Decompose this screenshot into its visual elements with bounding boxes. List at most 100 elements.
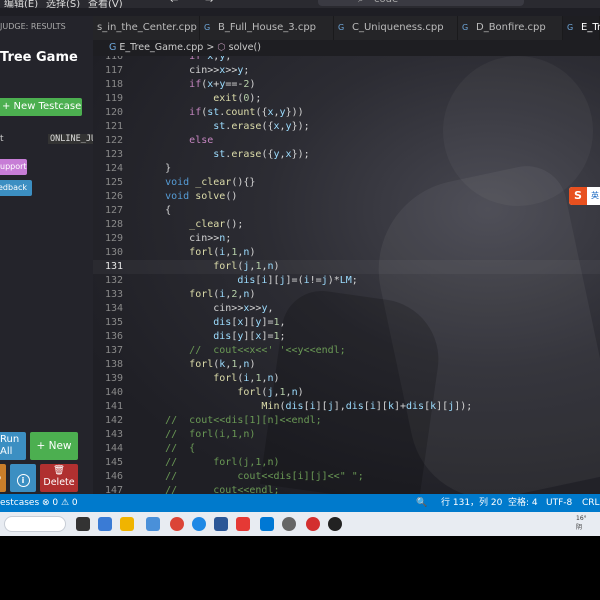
line-ending[interactable]: CRLF	[582, 494, 600, 512]
gear-icon[interactable]	[282, 517, 296, 531]
menu-view[interactable]: 查看(V)	[88, 0, 123, 8]
sogou-logo-icon: S	[569, 187, 587, 205]
code-line[interactable]: 140 forl(j,1,n)	[93, 386, 600, 400]
zoom-icon[interactable]: 🔍	[416, 494, 427, 512]
sidebar-header: JUDGE: RESULTS	[0, 22, 66, 31]
file-encoding[interactable]: UTF-8	[546, 494, 572, 512]
menu-edit[interactable]: 编辑(E)	[4, 0, 38, 8]
info-button[interactable]: i	[10, 464, 36, 492]
code-line[interactable]: 141 Min(dis[i][j],dis[i][k]+dis[k][j]);	[93, 400, 600, 414]
tab-uniqueness[interactable]: G C_Uniqueness.cpp	[334, 16, 458, 40]
app-icon[interactable]	[146, 517, 160, 531]
code-line[interactable]: 123 st.erase({y,x});	[93, 148, 600, 162]
line-number: 138	[104, 359, 123, 370]
code-line[interactable]: 129 cin>>n;	[93, 232, 600, 246]
app-icon[interactable]	[98, 517, 112, 531]
back-arrow-icon[interactable]: ←	[170, 0, 178, 6]
weather-widget[interactable]: 16° 阴	[576, 514, 600, 532]
code-line[interactable]: 137 // cout<<x<<' '<<y<<endl;	[93, 344, 600, 358]
ime-toolbar[interactable]: S 英 · ◗ ☻ ✱	[569, 187, 600, 205]
code-text: // cout<<endl;	[165, 485, 280, 494]
code-line[interactable]: 121 st.erase({x,y});	[93, 120, 600, 134]
feedback-button[interactable]: edback	[0, 180, 32, 196]
breadcrumb-symbol[interactable]: solve()	[229, 42, 261, 53]
chrome-icon[interactable]	[170, 517, 184, 531]
ime-options[interactable]: 英 · ◗ ☻ ✱	[591, 187, 600, 205]
code-text: forl(i,2,n)	[189, 289, 256, 300]
code-line[interactable]: 130 forl(i,1,n)	[93, 246, 600, 260]
code-text: Min(dis[i][j],dis[i][k]+dis[k][j]);	[261, 401, 473, 412]
code-line[interactable]: 133 forl(i,2,n)	[93, 288, 600, 302]
line-number: 124	[104, 163, 123, 174]
code-text: else	[189, 135, 214, 146]
code-line[interactable]: 128 _clear();	[93, 218, 600, 232]
run-all-button[interactable]: Run All	[0, 432, 26, 460]
code-line[interactable]: 119 exit(0);	[93, 92, 600, 106]
code-editor[interactable]: 116 if x,y; 117 cin>>x>>y; 118 if(x+y==-2)…	[93, 56, 600, 494]
support-button[interactable]: upport	[0, 159, 27, 175]
forward-arrow-icon[interactable]: →	[205, 0, 213, 6]
code-line[interactable]: 139 forl(i,1,n)	[93, 372, 600, 386]
line-number: 118	[104, 79, 123, 90]
vscode-icon[interactable]	[260, 517, 274, 531]
function-symbol-icon: ⬡	[217, 42, 226, 53]
code-line[interactable]: 143 // forl(i,1,n)	[93, 428, 600, 442]
breadcrumb-file[interactable]: E_Tree_Game.cpp	[119, 42, 203, 53]
code-line[interactable]: 131 forl(j,1,n)	[93, 260, 600, 274]
code-line[interactable]: 124 }	[93, 162, 600, 176]
indent-spaces[interactable]: 空格: 4	[508, 494, 538, 512]
file-explorer-icon[interactable]	[120, 517, 134, 531]
code-line[interactable]: 116 if x,y;	[93, 56, 600, 64]
code-line[interactable]: 117 cin>>x>>y;	[93, 64, 600, 78]
status-problems[interactable]: ⊗ 0 ⚠ 0	[42, 494, 78, 512]
code-line[interactable]: 125 void _clear(){}	[93, 176, 600, 190]
code-text: forl(i,1,n)	[189, 247, 256, 258]
code-text: dis[x][y]=1,	[213, 317, 286, 328]
code-line[interactable]: 142 // cout<<dis[1][n]<<endl;	[93, 414, 600, 428]
code-line[interactable]: 144 // {	[93, 442, 600, 456]
code-line[interactable]: 118 if(x+y==-2)	[93, 78, 600, 92]
code-line[interactable]: 134 cin>>x>>y,	[93, 302, 600, 316]
task-view-icon[interactable]	[76, 517, 90, 531]
code-line[interactable]: 138 forl(k,1,n)	[93, 358, 600, 372]
tab-full-house[interactable]: G B_Full_House_3.cpp	[200, 16, 334, 40]
sidebar: JUDGE: RESULTS Tree Game + New Testcase …	[0, 16, 114, 494]
code-text: {	[141, 205, 172, 216]
cpp-file-icon: G	[338, 23, 345, 32]
code-line[interactable]: 147 // cout<<endl;	[93, 484, 600, 494]
cpp-file-icon: G	[109, 42, 117, 53]
code-line[interactable]: 122 else	[93, 134, 600, 148]
menu-select[interactable]: 选择(S)	[46, 0, 80, 8]
app-icon[interactable]	[236, 517, 250, 531]
app-icon[interactable]	[328, 517, 342, 531]
code-text: exit(0);	[213, 93, 262, 104]
line-number: 144	[104, 443, 123, 454]
code-line[interactable]: 127 {	[93, 204, 600, 218]
cursor-position[interactable]: 行 131，列 20	[441, 494, 502, 512]
taskbar: 16° 阴	[0, 512, 600, 536]
delete-button[interactable]: 🗑 Delete	[40, 464, 78, 492]
taskbar-search[interactable]	[4, 516, 66, 532]
status-testcases[interactable]: estcases	[0, 494, 39, 512]
tab-bonfire[interactable]: G D_Bonfire.cpp	[458, 16, 563, 40]
stop-button[interactable]: p	[0, 464, 6, 492]
tab-center[interactable]: s_in_the_Center.cpp	[93, 16, 200, 40]
code-line[interactable]: 120 if(st.count({x,y}))	[93, 106, 600, 120]
edge-icon[interactable]	[192, 517, 206, 531]
code-line[interactable]: 145 // forl(j,1,n)	[93, 456, 600, 470]
code-line[interactable]: 146 // cout<<dis[i][j]<<" ";	[93, 470, 600, 484]
tab-tree-game[interactable]: GE_Tree_	[563, 16, 600, 40]
new-testcase-button[interactable]: + New Testcase	[0, 98, 82, 116]
search-text: code	[374, 0, 398, 5]
music-app-icon[interactable]	[306, 517, 320, 531]
command-search[interactable]: ⌕ code	[318, 0, 524, 6]
code-line[interactable]: 135 dis[x][y]=1,	[93, 316, 600, 330]
app-icon[interactable]	[214, 517, 228, 531]
code-line[interactable]: 136 dis[y][x]=1;	[93, 330, 600, 344]
status-bar: estcases ⊗ 0 ⚠ 0 🔍 行 131，列 20 空格: 4 UTF-…	[0, 494, 600, 512]
code-text: // {	[165, 443, 196, 454]
new-button[interactable]: + New	[30, 432, 78, 460]
code-line[interactable]: 126 void solve()	[93, 190, 600, 204]
code-line[interactable]: 132 dis[i][j]=(i!=j)*LM;	[93, 274, 600, 288]
line-number: 116	[104, 56, 123, 62]
